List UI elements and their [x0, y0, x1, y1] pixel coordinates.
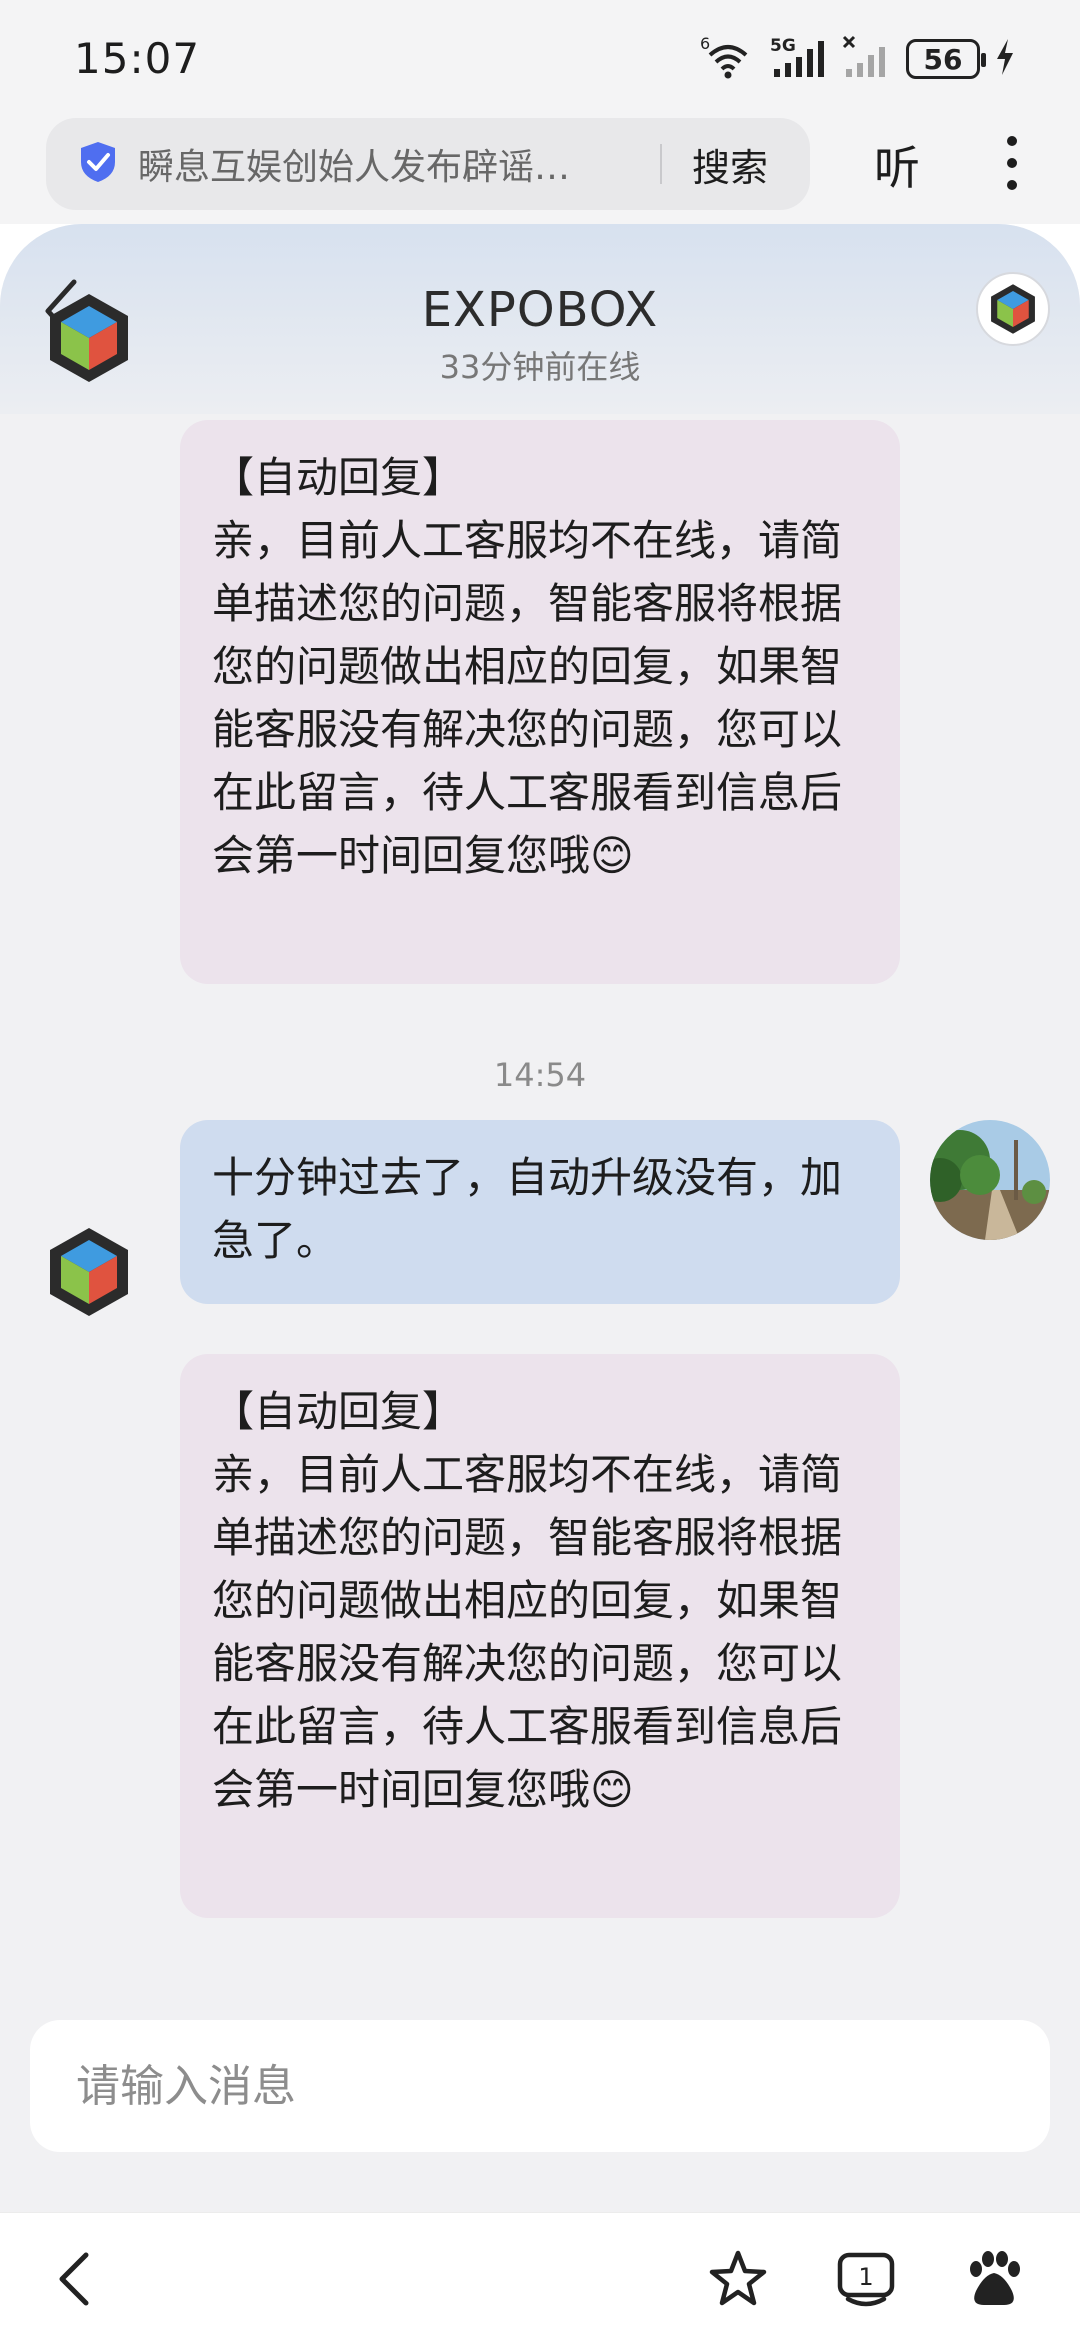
message-bubble-bot[interactable]: 【自动回复】 亲，目前人工客服均不在线，请简单描述您的问题，智能客服将根据您的问…	[180, 1354, 900, 1918]
wifi-network-label: 6	[700, 35, 710, 53]
message-bubble-user[interactable]: 十分钟过去了，自动升级没有，加急了。	[180, 1120, 900, 1304]
back-icon[interactable]	[46, 2247, 110, 2311]
search-button[interactable]: 搜索	[692, 137, 768, 192]
signal-icon: 5G	[770, 35, 828, 83]
chat-panel: EXPOBOX 33分钟前在线 【自动回复】 亲，目前人工客服均不在线，请简单描…	[0, 224, 1080, 2212]
chat-title: EXPOBOX	[421, 282, 659, 338]
user-avatar[interactable]	[930, 1120, 1050, 1240]
listen-button[interactable]: 听	[874, 132, 920, 198]
address-search-box[interactable]: 瞬息互娱创始人发布辟谣… 搜索	[46, 118, 810, 210]
star-icon[interactable]	[706, 2247, 770, 2311]
search-query-text[interactable]: 瞬息互娱创始人发布辟谣…	[138, 138, 638, 190]
online-status: 33分钟前在线	[439, 348, 641, 386]
bot-avatar-icon[interactable]	[46, 290, 132, 386]
message-bubble-bot[interactable]: 【自动回复】 亲，目前人工客服均不在线，请简单描述您的问题，智能客服将根据您的问…	[180, 420, 900, 984]
signal-network-label: 5G	[770, 36, 796, 56]
status-icons: 6 5G 56	[700, 34, 1016, 83]
more-icon[interactable]	[998, 136, 1026, 200]
shield-icon	[46, 140, 118, 188]
chat-header: EXPOBOX 33分钟前在线	[0, 224, 1080, 414]
expobox-logo-icon[interactable]	[976, 272, 1050, 346]
battery-level: 56	[923, 42, 963, 76]
message-input[interactable]	[30, 2020, 1050, 2152]
message-timestamp: 14:54	[493, 1056, 587, 1094]
tab-count: 1	[858, 2263, 873, 2291]
charging-icon	[994, 37, 1016, 81]
search-divider	[660, 144, 662, 184]
browser-toolbar: 瞬息互娱创始人发布辟谣… 搜索 听	[0, 112, 1080, 224]
baidu-icon[interactable]	[962, 2247, 1026, 2311]
no-signal-icon	[842, 35, 892, 83]
bottom-navigation: 1	[0, 2212, 1080, 2340]
status-time: 15:07	[74, 34, 201, 83]
bot-avatar-icon[interactable]	[46, 1224, 132, 1320]
status-bar: 15:07 6 5G 56	[0, 0, 1080, 112]
battery-icon: 56	[906, 39, 986, 79]
wifi-icon: 6	[700, 34, 756, 83]
tabs-icon[interactable]: 1	[834, 2247, 898, 2311]
